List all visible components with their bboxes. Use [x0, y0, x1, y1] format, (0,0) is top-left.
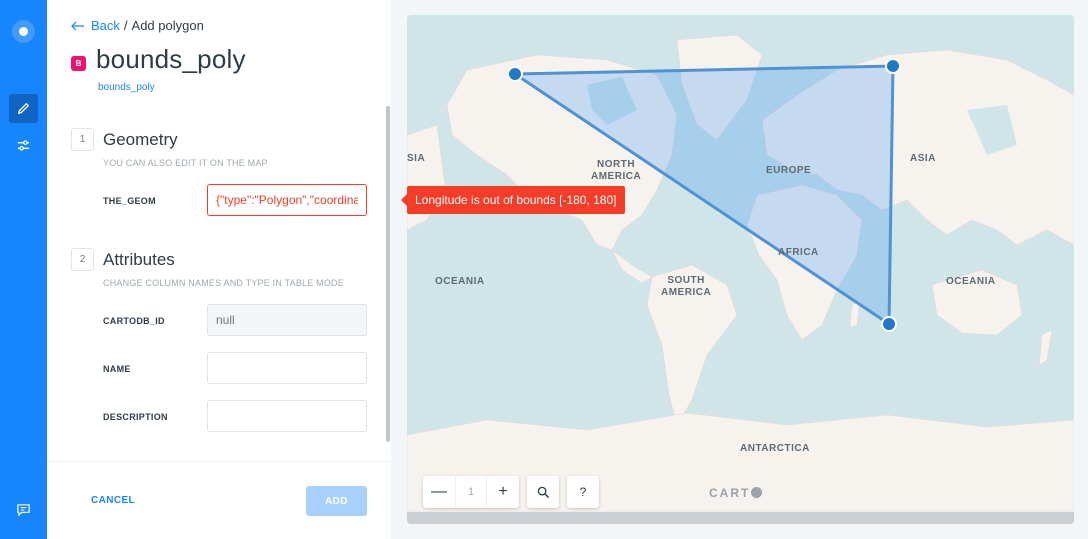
search-icon [527, 476, 559, 508]
carto-attribution-logo: CART [709, 486, 763, 500]
field-label-description: DESCRIPTION [103, 412, 168, 422]
map-canvas[interactable]: SIA NORTH AMERICA EUROPE ASIA AFRICA OCE… [407, 15, 1074, 524]
add-button[interactable]: ADD [306, 486, 367, 516]
help-label: ? [579, 485, 587, 499]
search-button[interactable] [527, 476, 559, 508]
description-input[interactable] [207, 400, 367, 432]
name-input[interactable] [207, 352, 367, 384]
help-button[interactable]: ? [567, 476, 599, 508]
map-label-north-america: NORTH AMERICA [591, 159, 642, 182]
map-label-africa: AFRICA [778, 247, 819, 258]
step-number: 1 [71, 128, 94, 151]
map-label-europe: EUROPE [766, 165, 812, 176]
field-label-the-geom: THE_GEOM [103, 196, 156, 206]
field-label-cartodb-id: CARTODB_ID [103, 316, 165, 326]
panel-footer: CANCEL ADD [47, 461, 391, 539]
zoom-out-button[interactable]: — [423, 476, 455, 508]
geometry-error-tooltip: Longitude is out of bounds [-180, 180] [401, 186, 625, 214]
map-label-asia: ASIA [910, 153, 936, 164]
map-controls: — 1 + ? [423, 476, 599, 508]
section-title-geometry: Geometry [103, 130, 178, 149]
carto-logo-icon[interactable] [12, 20, 35, 43]
cartodb-id-input[interactable] [207, 304, 367, 336]
carto-logo-text: CART [709, 486, 751, 500]
back-label: Back [91, 18, 120, 33]
polygon-vertex-handle[interactable] [881, 316, 897, 332]
map-label-oceania-right: OCEANIA [946, 276, 996, 287]
section-title-attributes: Attributes [103, 250, 175, 269]
zoom-level: 1 [455, 476, 487, 508]
page-title: bounds_poly [96, 44, 246, 74]
edit-feature-panel: Back / Add polygon B bounds_poly bounds_… [47, 0, 391, 539]
settings-sliders-icon[interactable] [9, 131, 38, 160]
map-label-oceania-left: OCEANIA [435, 276, 485, 287]
map-label-asia-left: SIA [407, 153, 426, 164]
map-label-south-america: SOUTH AMERICA [661, 275, 712, 298]
layer-badge: B [71, 56, 86, 71]
map-horizontal-scrollbar[interactable] [407, 512, 1074, 524]
polygon-vertex-handle[interactable] [507, 66, 523, 82]
arrow-left-icon [71, 21, 84, 30]
zoom-in-button[interactable]: + [487, 476, 519, 508]
the-geom-input[interactable] [207, 184, 367, 216]
cancel-button[interactable]: CANCEL [91, 495, 135, 506]
feedback-chat-icon[interactable] [9, 495, 38, 524]
edit-pencil-icon[interactable] [9, 94, 38, 123]
layer-subtitle-link[interactable]: bounds_poly [98, 82, 155, 93]
left-rail [0, 0, 47, 539]
breadcrumb-current: Add polygon [131, 18, 204, 33]
section-hint-attributes: CHANGE COLUMN NAMES AND TYPE IN TABLE MO… [103, 278, 344, 288]
carto-dot-icon [751, 487, 763, 498]
polygon-vertex-handle[interactable] [885, 58, 901, 74]
back-link[interactable]: Back [71, 18, 120, 33]
field-label-name: NAME [103, 364, 131, 374]
map-label-antarctica: ANTARCTICA [740, 443, 810, 454]
panel-scrollbar[interactable] [386, 106, 390, 442]
step-number: 2 [71, 248, 94, 271]
zoom-control: — 1 + [423, 476, 519, 508]
breadcrumb: Back / Add polygon [71, 18, 204, 33]
breadcrumb-separator: / [123, 18, 128, 33]
section-hint-geometry: YOU CAN ALSO EDIT IT ON THE MAP [103, 158, 268, 168]
